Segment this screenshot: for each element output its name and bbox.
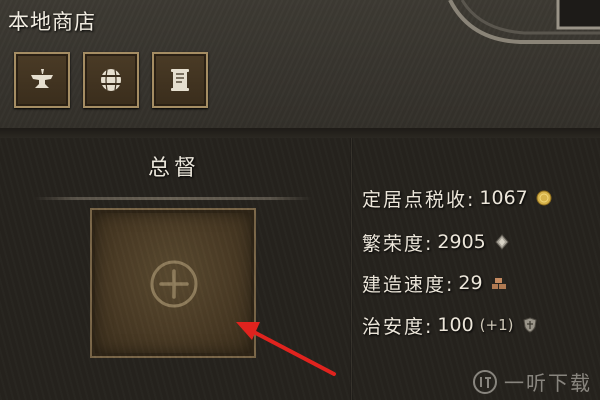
- stat-build-speed-value: 29: [458, 272, 483, 294]
- add-icon[interactable]: [148, 258, 200, 310]
- stat-security-bonus: (+1): [479, 316, 514, 334]
- shop-tab-smithy[interactable]: [14, 52, 70, 108]
- stat-security-value: 100: [437, 314, 474, 336]
- governor-title: 总督: [147, 156, 200, 181]
- stat-security-label: 治安度:: [362, 315, 434, 338]
- stat-prosperity-label: 繁荣度:: [362, 232, 434, 255]
- stat-prosperity-value: 2905: [437, 231, 486, 253]
- shop-tab-misc[interactable]: [152, 52, 208, 108]
- gold-coin-icon: [536, 190, 552, 206]
- panel-divider: [0, 128, 600, 138]
- stat-tax: 定居点税收: 1067: [362, 183, 552, 213]
- annotation-arrow: [236, 322, 336, 376]
- stat-security: 治安度: 100 (+1): [362, 310, 538, 340]
- stat-prosperity: 繁荣度: 2905: [362, 227, 510, 257]
- title-underline: [34, 197, 312, 200]
- watermark: 一听下载: [472, 367, 592, 396]
- watermark-text: 一听下载: [504, 371, 592, 395]
- shop-tab-goods[interactable]: [83, 52, 139, 108]
- vertical-divider: [350, 138, 353, 400]
- ornate-frame-corner: [448, 0, 600, 44]
- stat-build-speed-label: 建造速度:: [362, 273, 455, 296]
- shop-title: 本地商店: [8, 10, 96, 34]
- stat-tax-label: 定居点税收:: [362, 188, 476, 211]
- prosperity-icon: [494, 234, 510, 250]
- shield-icon: [522, 317, 538, 333]
- watermark-logo-icon: [473, 369, 497, 394]
- anvil-icon: [31, 69, 53, 88]
- stat-build-speed: 建造速度: 29: [362, 268, 507, 298]
- scroll-icon: [171, 69, 189, 91]
- stat-tax-value: 1067: [479, 187, 528, 209]
- barrel-icon: [101, 69, 121, 91]
- bricks-icon: [491, 275, 507, 291]
